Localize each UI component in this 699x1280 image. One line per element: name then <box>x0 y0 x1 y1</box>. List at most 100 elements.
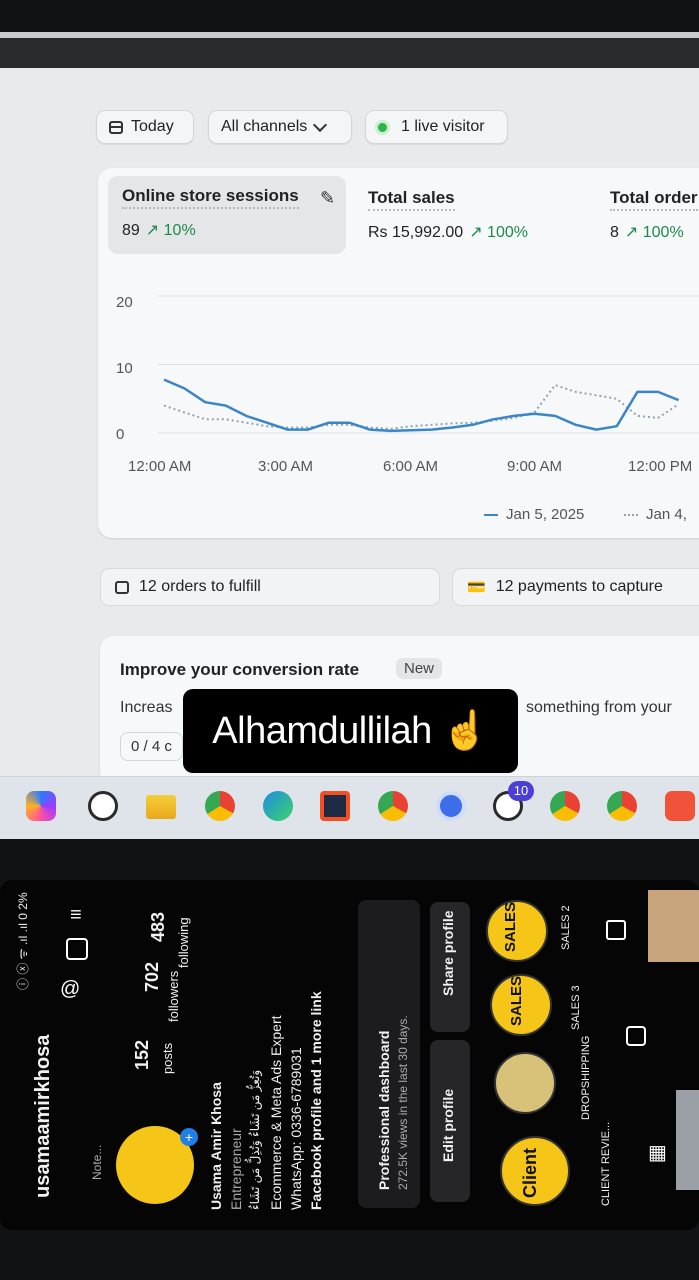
chevron-down-icon <box>313 117 328 132</box>
chrome-icon[interactable] <box>436 791 466 821</box>
bio-line-1: Ecommerce & Meta Ads Expert <box>268 1015 284 1210</box>
highlight-label: SALES 2 <box>560 905 572 950</box>
file-explorer-icon[interactable] <box>146 795 176 819</box>
conversion-desc-start: Increas <box>120 699 173 716</box>
download-icon[interactable] <box>665 791 695 821</box>
series-line-current <box>163 378 680 433</box>
live-visitor-button[interactable]: 1 live visitor <box>365 110 508 144</box>
highlight-label: DROPSHIPPING <box>580 1035 592 1120</box>
chrome-icon[interactable] <box>205 791 235 821</box>
following-label[interactable]: following <box>176 917 191 968</box>
channel-filter-label: All channels <box>221 118 308 135</box>
posts-count: 152 <box>132 1039 152 1070</box>
phone-status-bar: ⓘ ⓧ ᯤ .ıl .ıl 0 2% <box>16 892 30 990</box>
chrome-icon[interactable] <box>607 791 637 821</box>
metric-title-orders[interactable]: Total order <box>610 188 698 211</box>
highlight-title: SALES <box>508 975 525 1026</box>
orders-to-fulfill-button[interactable]: 12 orders to fulfill <box>100 568 440 606</box>
add-post-icon[interactable] <box>66 938 88 960</box>
profile-name: Usama Amir Khosa <box>208 1082 224 1210</box>
note-bubble[interactable]: Note... <box>90 1145 104 1180</box>
share-profile-label: Share profile <box>440 910 456 996</box>
grid-icon[interactable]: ▦ <box>648 1140 667 1165</box>
notification-badge: 10 <box>508 781 534 801</box>
orders-value: 8 <box>610 224 619 241</box>
bio-arabic: وَتُعِزُّ مَن تَشَاءُ وَتُذِلُّ مَن تَشَ… <box>248 1069 262 1210</box>
following-count[interactable]: 483 <box>148 912 169 942</box>
metric-title-sessions: Online store sessions <box>122 186 299 209</box>
x-tick-label: 12:00 PM <box>628 458 693 475</box>
sessions-value: 89 <box>122 222 140 239</box>
phone-instagram-profile: ⓘ ⓧ ᯤ .ıl .ıl 0 2% usamaamirkhosa @ ≡ 15… <box>0 880 699 1230</box>
conversion-desc-end: something from your <box>526 699 672 716</box>
analytics-card: Online store sessions ✎ 89 ↗ 10% Total sa… <box>98 168 699 538</box>
conversion-title: Improve your conversion rate <box>120 660 360 679</box>
edit-profile-label: Edit profile <box>440 1088 456 1162</box>
highlight-label: SALES 3 <box>570 985 582 1030</box>
reels-icon[interactable] <box>626 1026 646 1046</box>
y-tick-label: 10 <box>116 360 133 377</box>
legend-previous-label: Jan 4, <box>646 506 687 523</box>
post-thumbnail[interactable] <box>648 890 699 962</box>
calendar-icon <box>109 120 123 134</box>
metric-value-sales: Rs 15,992.00 ↗ 100% <box>368 222 528 242</box>
x-tick-label: 9:00 AM <box>507 458 563 475</box>
payments-to-capture-button[interactable]: 💳 12 payments to capture <box>452 568 699 606</box>
legend-current-label: Jan 5, 2025 <box>506 506 585 523</box>
highlight-title: SALES <box>502 901 519 952</box>
sessions-change: ↗ 10% <box>145 222 196 239</box>
post-thumbnail[interactable] <box>676 1090 699 1190</box>
windows-taskbar: 10 <box>0 776 699 839</box>
legend-solid-swatch <box>484 514 498 517</box>
live-visitor-label: 1 live visitor <box>401 118 485 135</box>
menu-icon[interactable]: ≡ <box>70 904 82 927</box>
orders-change: ↗ 100% <box>624 224 684 241</box>
metric-value-sessions: 89 ↗ 10% <box>122 220 196 240</box>
sales-change: ↗ 100% <box>469 224 528 241</box>
payments-to-capture-label: 12 payments to capture <box>495 578 663 595</box>
dashboard-subtitle: 272.5K views in the last 30 days. <box>396 1015 410 1190</box>
sales-value: Rs 15,992.00 <box>368 224 464 241</box>
sessions-line-chart <box>158 295 699 434</box>
channel-filter-dropdown[interactable]: All channels <box>208 110 352 144</box>
inbox-icon <box>115 580 129 594</box>
orders-to-fulfill-label: 12 orders to fulfill <box>139 578 261 595</box>
x-tick-label: 3:00 AM <box>258 458 314 475</box>
profile-category: Entrepreneur <box>228 1128 244 1210</box>
edit-pencil-icon[interactable]: ✎ <box>320 188 335 209</box>
legend-current: Jan 5, 2025 <box>484 506 584 523</box>
followers-label[interactable]: followers <box>166 971 181 1022</box>
highlight-label: CLIENT REVIE... <box>600 1121 612 1206</box>
series-line-previous <box>163 384 680 430</box>
conversion-progress: 0 / 4 c <box>120 732 183 761</box>
y-tick-label: 20 <box>116 294 133 311</box>
highlight-title: Client <box>520 1147 540 1198</box>
screen-top-edge <box>0 38 699 68</box>
x-tick-label: 6:00 AM <box>383 458 439 475</box>
metric-value-orders: 8 ↗ 100% <box>610 222 684 242</box>
payment-icon: 💳 <box>467 579 486 596</box>
chrome-icon[interactable] <box>550 791 580 821</box>
legend-dotted-swatch <box>624 514 638 517</box>
date-filter-label: Today <box>131 118 174 135</box>
profile-username: usamaamirkhosa <box>32 1034 54 1198</box>
dashboard-title: Professional dashboard <box>376 1030 392 1190</box>
date-filter-button[interactable]: Today <box>96 110 194 144</box>
edge-icon[interactable] <box>263 791 293 821</box>
whatsapp-icon[interactable] <box>88 791 118 821</box>
chrome-icon[interactable] <box>378 791 408 821</box>
metric-title-sales[interactable]: Total sales <box>368 188 455 211</box>
copilot-icon[interactable] <box>26 791 56 821</box>
live-dot-icon <box>378 122 387 132</box>
store-icon[interactable] <box>320 791 350 821</box>
threads-icon[interactable]: @ <box>60 978 80 1001</box>
story-caption: Alhamdullilah ☝️ <box>183 689 518 773</box>
tagged-icon[interactable] <box>606 920 626 940</box>
followers-count[interactable]: 702 <box>142 962 163 992</box>
add-story-icon[interactable]: + <box>180 1128 198 1146</box>
bio-link[interactable]: Facebook profile and 1 more link <box>308 991 324 1210</box>
highlight-dropshipping[interactable] <box>494 1052 556 1114</box>
legend-previous: Jan 4, <box>624 506 687 523</box>
posts-label: posts <box>160 1042 175 1074</box>
y-tick-label: 0 <box>116 426 125 443</box>
